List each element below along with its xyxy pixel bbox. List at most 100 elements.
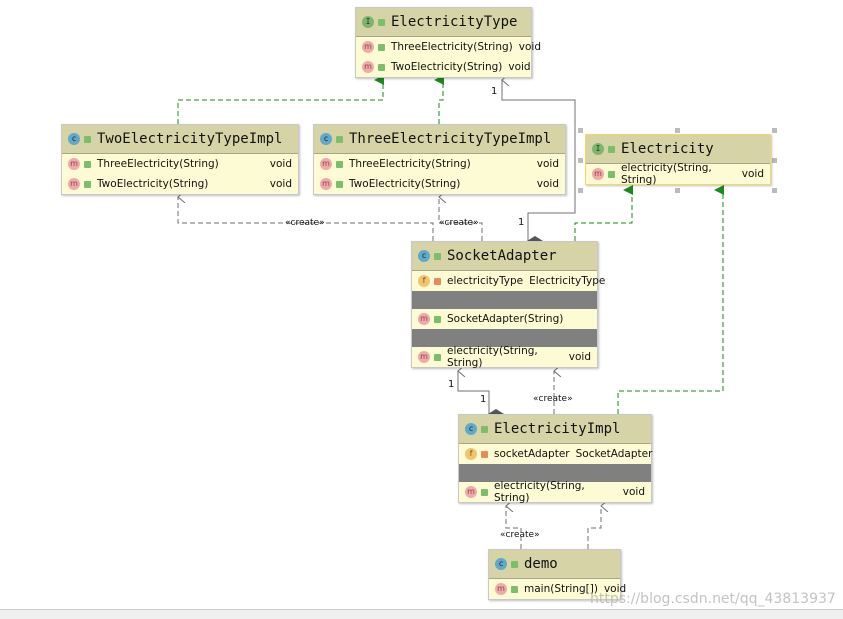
- public-icon: [511, 560, 518, 568]
- method-name: TwoElectricity(String): [349, 178, 461, 190]
- realization-three-impl: [434, 75, 444, 124]
- field-type: ElectricityType: [529, 275, 606, 287]
- method-icon: m: [418, 313, 430, 325]
- method-type: void: [269, 178, 292, 190]
- public-icon: [434, 252, 441, 260]
- class-three-electricity-type-impl[interactable]: c ThreeElectricityTypeImpl m ThreeElectric…: [313, 124, 566, 195]
- class-name: ElectricityType: [391, 14, 518, 30]
- class-name: demo: [524, 556, 558, 572]
- method-type: void: [568, 351, 591, 363]
- method-type: void: [536, 158, 559, 170]
- method-name: electricity(String, String): [494, 480, 585, 504]
- method-type: void: [622, 486, 645, 498]
- class-electricity-impl[interactable]: c ElectricityImpl f socketAdapter SocketAda…: [458, 414, 653, 504]
- method-name: TwoElectricity(String): [97, 178, 209, 190]
- class-icon: c: [68, 133, 80, 145]
- public-icon: [511, 585, 518, 593]
- method-name: electricity(String, String): [447, 345, 538, 369]
- create-electricity-impl-b: [587, 506, 601, 549]
- class-electricity-type[interactable]: I ElectricityType m ThreeElectricity(Strin…: [355, 7, 541, 78]
- resize-handle[interactable]: [772, 188, 777, 193]
- resize-handle[interactable]: [578, 188, 583, 193]
- resize-handle[interactable]: [772, 128, 777, 133]
- public-icon: [336, 160, 343, 168]
- watermark: https://blog.csdn.net/qq_43813937: [590, 591, 836, 607]
- class-electricity[interactable]: I Electricity m electricity(String, String…: [585, 134, 771, 186]
- class-icon: c: [320, 133, 332, 145]
- class-name: SocketAdapter: [447, 248, 557, 264]
- constructor-name: SocketAdapter(String): [447, 313, 564, 325]
- class-name: ThreeElectricityTypeImpl: [349, 131, 552, 147]
- method-name: main(String[]): [524, 583, 598, 595]
- public-icon: [84, 180, 91, 188]
- method-icon: m: [320, 178, 332, 190]
- field-name: electricityType: [447, 275, 524, 287]
- field-name: socketAdapter: [494, 448, 570, 460]
- interface-icon: I: [362, 16, 374, 28]
- method-name: TwoElectricity(String): [391, 61, 503, 73]
- class-socket-adapter[interactable]: c SocketAdapter f electricityType Electrici…: [411, 241, 605, 369]
- public-icon: [378, 18, 385, 26]
- method-icon: m: [68, 158, 80, 170]
- resize-handle[interactable]: [578, 128, 583, 133]
- realization-electricity-impl: [617, 185, 724, 414]
- method-type: void: [536, 178, 559, 190]
- method-icon: m: [68, 178, 80, 190]
- field-type: SocketAdapter: [575, 448, 653, 460]
- method-icon: m: [362, 61, 374, 73]
- public-icon: [434, 315, 441, 323]
- multiplicity: 1: [518, 217, 525, 228]
- multiplicity: 1: [491, 86, 498, 97]
- public-icon: [336, 135, 343, 143]
- field-icon: f: [465, 448, 477, 460]
- public-icon: [378, 63, 385, 71]
- public-icon: [608, 170, 615, 178]
- interface-icon: I: [592, 143, 604, 155]
- class-name: Electricity: [621, 141, 714, 157]
- public-icon: [608, 145, 615, 153]
- realization-socket-adapter: [574, 185, 633, 241]
- field-icon: f: [418, 275, 430, 287]
- method-icon: m: [362, 41, 374, 53]
- class-icon: c: [418, 250, 430, 262]
- method-type: void: [508, 61, 531, 73]
- public-icon: [481, 488, 488, 496]
- method-icon: m: [495, 583, 507, 595]
- aggregation-socket-adapter: [458, 371, 489, 414]
- resize-handle[interactable]: [578, 158, 583, 163]
- realization-two-impl: [177, 75, 384, 124]
- resize-handle[interactable]: [675, 188, 680, 193]
- create-label: «create»: [439, 218, 479, 228]
- method-name: ThreeElectricity(String): [97, 158, 219, 170]
- multiplicity: 1: [480, 394, 487, 405]
- method-icon: m: [592, 168, 604, 180]
- method-name: ThreeElectricity(String): [349, 158, 471, 170]
- public-icon: [336, 180, 343, 188]
- method-icon: m: [418, 351, 430, 363]
- method-type: void: [518, 41, 541, 53]
- method-icon: m: [465, 486, 477, 498]
- class-name: TwoElectricityTypeImpl: [97, 131, 283, 147]
- create-electricity-impl-a: [506, 506, 522, 549]
- method-type: void: [269, 158, 292, 170]
- runnable-class-icon: c: [495, 558, 507, 570]
- public-icon: [84, 135, 91, 143]
- class-two-electricity-type-impl[interactable]: c TwoElectricityTypeImpl m ThreeElectricit…: [61, 124, 299, 195]
- private-lock-icon: [434, 277, 441, 285]
- resize-handle[interactable]: [675, 128, 680, 133]
- method-name: electricity(String, String): [621, 162, 712, 186]
- public-icon: [378, 43, 385, 51]
- class-name: ElectricityImpl: [494, 421, 621, 437]
- class-icon: c: [465, 423, 477, 435]
- multiplicity: 1: [448, 379, 455, 390]
- method-name: ThreeElectricity(String): [391, 41, 513, 53]
- create-label: «create»: [500, 530, 540, 540]
- private-lock-icon: [481, 450, 488, 458]
- public-icon: [434, 353, 441, 361]
- create-label: «create»: [285, 218, 325, 228]
- resize-handle[interactable]: [772, 158, 777, 163]
- public-icon: [481, 425, 488, 433]
- public-icon: [84, 160, 91, 168]
- create-label: «create»: [533, 394, 573, 404]
- method-icon: m: [320, 158, 332, 170]
